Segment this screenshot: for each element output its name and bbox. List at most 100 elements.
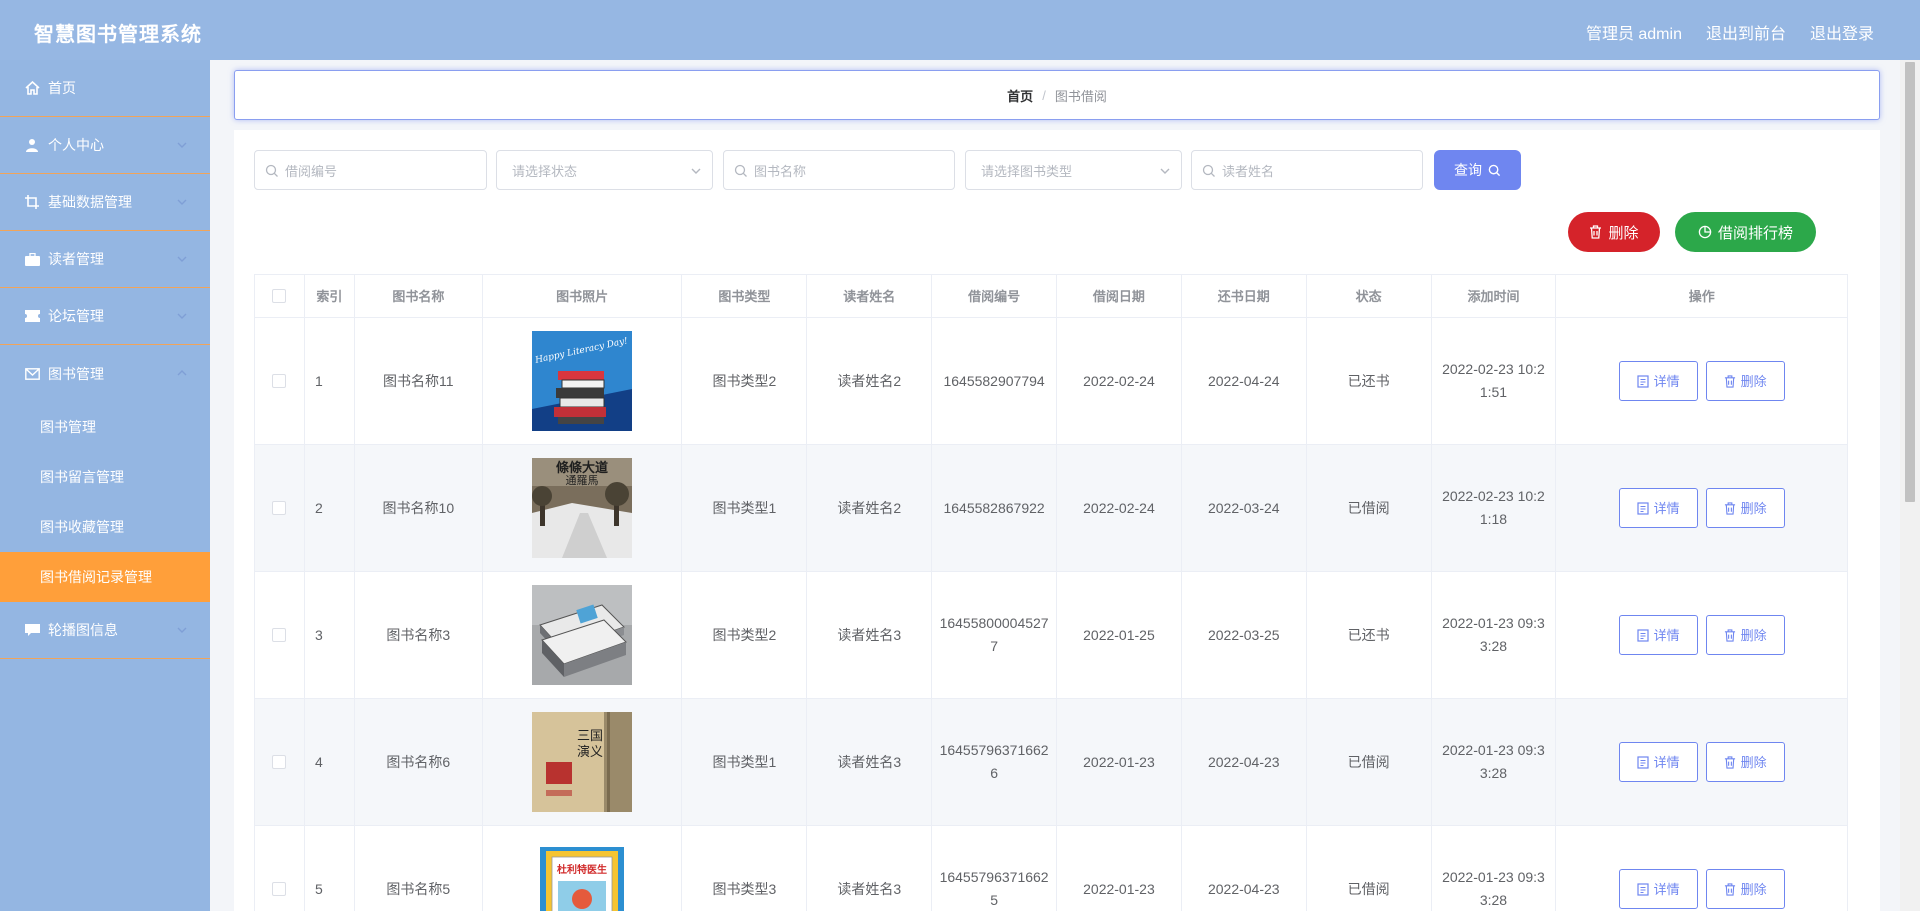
bulk-delete-button[interactable]: 删除 — [1568, 212, 1660, 252]
cell-index: 3 — [305, 572, 355, 698]
cell-book-name: 图书名称10 — [355, 445, 483, 571]
logout-link[interactable]: 退出登录 — [1810, 20, 1874, 44]
row-checkbox[interactable] — [272, 755, 287, 769]
status-select[interactable]: 请选择状态 — [496, 150, 713, 190]
borrow-table: 索引 图书名称 图书照片 图书类型 读者姓名 借阅编号 借阅日期 还书日期 状态… — [254, 274, 1848, 911]
cell-book-name: 图书名称6 — [355, 699, 483, 825]
sidebar-subitem-borrow-records[interactable]: 图书借阅记录管理 — [0, 552, 210, 602]
sidebar-subitem-book-messages[interactable]: 图书留言管理 — [0, 452, 210, 502]
cell-actions: 详情 删除 — [1556, 445, 1847, 571]
reader-name-input[interactable]: 读者姓名 — [1191, 150, 1423, 190]
cell-actions: 详情 删除 — [1556, 572, 1847, 698]
svg-text:三国: 三国 — [577, 729, 603, 744]
sidebar-item-forum[interactable]: 论坛管理 — [0, 288, 210, 345]
book-photo — [532, 585, 633, 685]
detail-button[interactable]: 详情 — [1618, 869, 1698, 909]
cell-reader-name: 读者姓名3 — [807, 572, 933, 698]
chevron-down-icon — [177, 627, 187, 633]
borrow-no-input[interactable]: 借阅编号 — [254, 150, 487, 190]
cell-return-date: 2022-04-23 — [1182, 826, 1307, 911]
sidebar-item-home[interactable]: 首页 — [0, 60, 210, 117]
borrow-ranking-button[interactable]: 借阅排行榜 — [1675, 212, 1816, 252]
detail-label: 详情 — [1653, 627, 1680, 643]
row-delete-button[interactable]: 删除 — [1705, 742, 1785, 782]
app-title: 智慧图书管理系统 — [34, 24, 202, 46]
detail-button[interactable]: 详情 — [1618, 488, 1698, 528]
search-icon — [1202, 164, 1215, 177]
book-name-input[interactable]: 图书名称 — [723, 150, 955, 190]
row-delete-label: 删除 — [1740, 373, 1767, 389]
admin-user-link[interactable]: 管理员 admin — [1586, 20, 1682, 44]
sidebar-subitem-book-favorites[interactable]: 图书收藏管理 — [0, 502, 210, 552]
cell-book-type: 图书类型3 — [682, 826, 808, 911]
header-nav: 管理员 admin 退出到前台 退出登录 — [1586, 20, 1874, 44]
cell-book-photo — [483, 572, 683, 698]
cell-reader-name: 读者姓名3 — [807, 826, 933, 911]
cell-status: 已借阅 — [1307, 699, 1432, 825]
sidebar-item-basic-data[interactable]: 基础数据管理 — [0, 174, 210, 231]
chevron-down-icon — [691, 168, 701, 174]
sidebar-item-book-management[interactable]: 图书管理 — [0, 345, 210, 402]
row-delete-button[interactable]: 删除 — [1705, 615, 1785, 655]
row-delete-button[interactable]: 删除 — [1705, 488, 1785, 528]
detail-button[interactable]: 详情 — [1618, 742, 1698, 782]
table-row: 2 图书名称10 條條大道 通羅馬 图书类型1 读者姓名2 1645582867… — [255, 445, 1847, 572]
reader-name-placeholder: 读者姓名 — [1222, 163, 1275, 179]
row-checkbox[interactable] — [272, 628, 287, 642]
vertical-scrollbar[interactable] — [1900, 60, 1920, 911]
cell-index: 4 — [305, 699, 355, 825]
cell-status: 已借阅 — [1307, 445, 1432, 571]
column-header: 图书名称 — [355, 275, 483, 317]
detail-label: 详情 — [1653, 754, 1680, 770]
row-delete-button[interactable]: 删除 — [1705, 869, 1785, 909]
crop-icon — [24, 194, 40, 210]
table-row: 5 图书名称5 杜利特医生 图书类型3 读者姓名3 16455796371662… — [255, 826, 1847, 911]
row-checkbox[interactable] — [272, 882, 287, 896]
document-icon — [1637, 628, 1649, 642]
row-select-cell — [255, 572, 305, 698]
svg-text:杜利特医生: 杜利特医生 — [557, 863, 607, 876]
row-select-cell — [255, 318, 305, 444]
column-header: 借阅日期 — [1057, 275, 1182, 317]
book-photo: 條條大道 通羅馬 — [532, 458, 633, 558]
detail-button[interactable]: 详情 — [1618, 615, 1698, 655]
row-checkbox[interactable] — [272, 374, 287, 388]
chevron-down-icon — [177, 199, 187, 205]
trash-icon — [1724, 374, 1735, 388]
cell-actions: 详情 删除 — [1556, 699, 1847, 825]
cell-borrow-no: 164557963716625 — [932, 826, 1058, 911]
scrollbar-thumb[interactable] — [1905, 62, 1915, 502]
book-type-select[interactable]: 请选择图书类型 — [965, 150, 1182, 190]
sidebar-subitem-books[interactable]: 图书管理 — [0, 402, 210, 452]
breadcrumb-home[interactable]: 首页 — [1007, 86, 1033, 105]
sidebar-item-personal-center[interactable]: 个人中心 — [0, 117, 210, 174]
column-header: 添加时间 — [1432, 275, 1557, 317]
book-photo: 三国 演义 — [532, 712, 633, 812]
cell-borrow-date: 2022-02-24 — [1057, 445, 1182, 571]
row-select-cell — [255, 699, 305, 825]
select-all-cell — [255, 275, 305, 317]
cell-book-type: 图书类型1 — [682, 445, 808, 571]
query-button[interactable]: 查询 — [1434, 150, 1521, 190]
sidebar-item-carousel[interactable]: 轮播图信息 — [0, 602, 210, 659]
breadcrumb-current: 图书借阅 — [1054, 88, 1107, 104]
cell-index: 2 — [305, 445, 355, 571]
cell-book-type: 图书类型2 — [682, 572, 808, 698]
pie-chart-icon — [1698, 225, 1712, 239]
detail-button[interactable]: 详情 — [1618, 361, 1698, 401]
row-checkbox[interactable] — [272, 501, 287, 515]
chevron-down-icon — [177, 313, 187, 319]
book-type-placeholder: 请选择图书类型 — [981, 163, 1073, 179]
chat-icon — [24, 622, 40, 638]
sidebar-item-reader[interactable]: 读者管理 — [0, 231, 210, 288]
column-header: 操作 — [1688, 288, 1715, 304]
mail-icon — [24, 366, 40, 382]
cell-added-time: 2022-02-23 10:21:18 — [1432, 445, 1557, 571]
column-header: 读者姓名 — [807, 275, 933, 317]
select-all-checkbox[interactable] — [272, 289, 287, 303]
cell-added-time: 2022-01-23 09:33:28 — [1432, 699, 1557, 825]
cell-borrow-no: 1645582907794 — [932, 318, 1058, 444]
back-to-frontend-link[interactable]: 退出到前台 — [1706, 20, 1786, 44]
row-delete-button[interactable]: 删除 — [1705, 361, 1785, 401]
cell-return-date: 2022-04-24 — [1182, 318, 1307, 444]
